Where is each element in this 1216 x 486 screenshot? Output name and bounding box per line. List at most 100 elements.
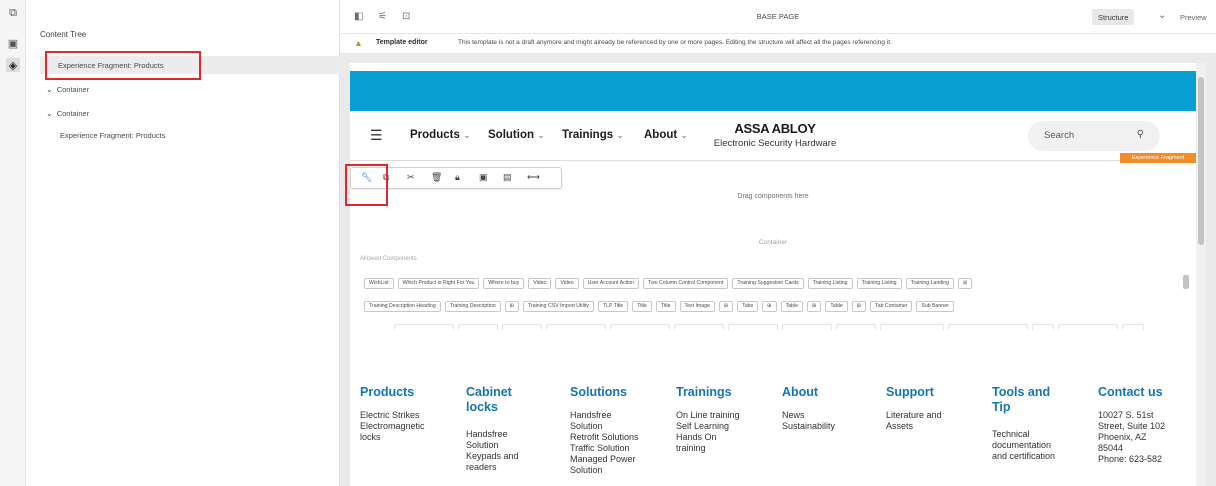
components-scrollbar[interactable]: [1182, 263, 1190, 329]
allowed-component-chip[interactable]: ⊞: [762, 301, 777, 312]
drop-zone[interactable]: Drag components here: [350, 193, 1196, 200]
footer-link[interactable]: Traffic Solution: [570, 443, 670, 454]
footer-link[interactable]: Street, Suite 102: [1098, 421, 1196, 432]
allowed-component-chip[interactable]: Tabs: [737, 301, 759, 312]
footer-link[interactable]: Handsfree: [570, 410, 670, 421]
nav-item-trainings[interactable]: Trainings ⌄: [562, 129, 624, 141]
layout-icon[interactable]: ▤: [503, 172, 512, 183]
footer-heading[interactable]: Trainings: [676, 385, 776, 400]
footer-link[interactable]: Technical: [992, 429, 1072, 440]
allowed-component-chip[interactable]: WishList: [364, 278, 394, 289]
footer-link[interactable]: Self Learning: [676, 421, 776, 432]
footer-link[interactable]: readers: [466, 462, 536, 473]
allowed-component-chip[interactable]: Training Landing: [905, 278, 955, 289]
nav-item-products[interactable]: Products ⌄: [410, 129, 471, 141]
allowed-component-chip[interactable]: Training Description: [444, 301, 501, 312]
allowed-component-chip[interactable]: Training Description Heading: [364, 301, 441, 312]
allowed-component-chip[interactable]: ⊞: [806, 301, 822, 312]
footer-link[interactable]: 10027 S. 51st: [1098, 410, 1196, 421]
allowed-component-chip[interactable]: ⊞: [851, 301, 867, 312]
allowed-component-chip[interactable]: User Account Action: [582, 278, 640, 289]
canvas-scrollbar[interactable]: [1196, 63, 1206, 486]
footer-link[interactable]: Phone: 623-582: [1098, 454, 1196, 465]
footer-heading[interactable]: Products: [360, 385, 460, 400]
allowed-component-chip[interactable]: TLP Title: [597, 301, 629, 312]
search-input[interactable]: Search ⚲: [1028, 121, 1160, 151]
preview-mode-button[interactable]: Preview: [1174, 9, 1213, 25]
footer-link[interactable]: Handsfree: [466, 429, 536, 440]
footer-link[interactable]: Retrofit Solutions: [570, 432, 670, 443]
allowed-component-chip[interactable]: Training Listing: [856, 278, 902, 289]
footer-link[interactable]: Electric Strikes: [360, 410, 460, 421]
footer-column: About News Sustainability: [782, 385, 882, 432]
chevron-down-icon[interactable]: ⌄: [46, 85, 53, 94]
footer-link[interactable]: Sustainability: [782, 421, 882, 432]
brand-logo[interactable]: ASSA ABLOY Electronic Security Hardware: [705, 121, 845, 149]
footer-link[interactable]: Keypads and: [466, 451, 536, 462]
allowed-component-chip[interactable]: Title: [632, 301, 652, 312]
allowed-component-chip[interactable]: Video: [555, 278, 579, 289]
cut-icon[interactable]: ✂: [407, 172, 415, 183]
tree-item-experience-fragment[interactable]: Experience Fragment: Products: [40, 126, 340, 144]
policy-icon[interactable]: ▣: [479, 172, 488, 183]
footer-link[interactable]: and certification: [992, 451, 1072, 462]
allowed-component-chip[interactable]: Sub Banner: [916, 301, 954, 312]
allowed-component-chip[interactable]: ⊞: [958, 278, 973, 289]
footer-link[interactable]: locks: [360, 432, 460, 443]
allowed-component-chip[interactable]: Training CSV Import Utility: [523, 301, 594, 312]
footer-link[interactable]: Solution: [570, 421, 670, 432]
scrollbar-thumb[interactable]: [1198, 77, 1204, 245]
footer-link[interactable]: Phoenix, AZ: [1098, 432, 1196, 443]
footer-heading[interactable]: Tools and Tip: [992, 385, 1072, 415]
chevron-down-icon[interactable]: ⌄: [1158, 10, 1166, 21]
allowed-component-chip[interactable]: Which Product is Right For You: [397, 278, 480, 289]
lock-icon[interactable]: 🔒︎: [455, 172, 460, 183]
allowed-component-chip[interactable]: Table: [780, 301, 803, 312]
allowed-component-chip[interactable]: Table: [825, 301, 848, 312]
chevron-down-icon: ⌄: [463, 130, 471, 140]
footer-heading[interactable]: Solutions: [570, 385, 670, 400]
nav-item-about[interactable]: About ⌄: [644, 129, 688, 141]
tree-item-container[interactable]: ⌄ Container: [40, 104, 340, 122]
footer-link[interactable]: Literature and: [886, 410, 986, 421]
footer-link[interactable]: documentation: [992, 440, 1072, 451]
footer-link[interactable]: Solution: [570, 465, 670, 476]
footer-heading[interactable]: Support: [886, 385, 986, 400]
footer-link[interactable]: 85044: [1098, 443, 1196, 454]
resize-icon[interactable]: ⟷: [527, 172, 540, 183]
assets-icon[interactable]: ▣: [6, 36, 20, 50]
footer-heading[interactable]: Contact us: [1098, 385, 1196, 400]
site-header[interactable]: ☰ Products ⌄ Solution ⌄ Trainings ⌄ Abou…: [350, 111, 1196, 161]
components-icon[interactable]: ⧉: [6, 6, 20, 20]
allowed-component-chip[interactable]: ⊞: [718, 301, 734, 312]
allowed-component-chip[interactable]: Training Listing: [807, 278, 853, 289]
hamburger-menu-icon[interactable]: ☰: [370, 127, 383, 144]
footer-link[interactable]: Electromagnetic: [360, 421, 460, 432]
allowed-component-chip[interactable]: Video: [528, 278, 552, 289]
search-icon[interactable]: ⚲: [1137, 129, 1144, 140]
tree-item-container[interactable]: ⌄ Container: [40, 80, 340, 98]
layers-icon[interactable]: ◈: [6, 58, 20, 72]
footer-link[interactable]: training: [676, 443, 776, 454]
delete-icon[interactable]: 🗑︎: [431, 172, 442, 183]
allowed-component-chip[interactable]: Training Suggestion Cards: [732, 278, 804, 289]
allowed-component-chip[interactable]: Where to buy: [483, 278, 525, 289]
footer-heading[interactable]: About: [782, 385, 882, 400]
allowed-component-chip[interactable]: Title: [655, 301, 676, 312]
structure-mode-button[interactable]: Structure: [1092, 9, 1135, 25]
footer-link[interactable]: Solution: [466, 440, 536, 451]
footer-link[interactable]: On Line training: [676, 410, 776, 421]
footer-column: Products Electric Strikes Electromagnetic l…: [360, 385, 460, 443]
footer-link[interactable]: News: [782, 410, 882, 421]
footer-link[interactable]: Assets: [886, 421, 986, 432]
allowed-component-chip[interactable]: ⊞: [504, 301, 519, 312]
allowed-components-row: [364, 324, 1148, 330]
allowed-component-chip[interactable]: Tab Container: [870, 301, 913, 312]
chevron-down-icon[interactable]: ⌄: [46, 109, 53, 118]
allowed-component-chip[interactable]: Two Column Control Component: [643, 278, 729, 289]
footer-link[interactable]: Managed Power: [570, 454, 670, 465]
footer-heading[interactable]: Cabinet locks: [466, 385, 536, 415]
footer-link[interactable]: Hands On: [676, 432, 776, 443]
nav-item-solution[interactable]: Solution ⌄: [488, 129, 545, 141]
allowed-component-chip[interactable]: Text Image: [679, 301, 715, 312]
